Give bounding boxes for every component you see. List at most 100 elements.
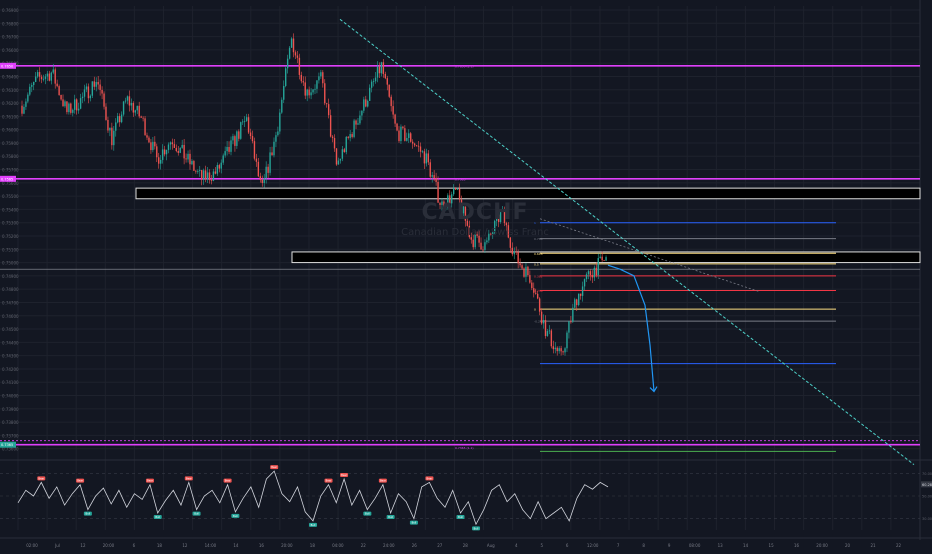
candle-body — [288, 47, 291, 59]
candle-body — [58, 86, 60, 95]
time-tick-label: 04:00 — [332, 543, 344, 548]
candle-body — [501, 209, 504, 211]
candle-body — [531, 282, 533, 289]
time-tick-label: 20:00 — [816, 543, 828, 548]
candle-body — [40, 76, 43, 80]
candle-body — [234, 136, 236, 146]
time-tick-label: 16 — [259, 543, 265, 548]
candle-body — [130, 103, 133, 106]
candle-body — [466, 220, 469, 226]
candle-body — [228, 146, 230, 152]
candle-body — [132, 103, 135, 113]
candle-body — [103, 93, 105, 107]
time-tick-label: 14 — [743, 543, 749, 548]
candle-body — [152, 141, 154, 151]
candle-body — [378, 66, 381, 74]
time-tick-label: 14:00 — [205, 543, 217, 548]
candle-body — [304, 82, 306, 96]
projection-path[interactable] — [607, 264, 655, 392]
candle-body — [505, 223, 508, 226]
candle-body — [511, 247, 513, 255]
price-tick-label: 0.74900 — [2, 274, 19, 279]
price-tick-label: 0.76700 — [2, 35, 19, 40]
candle-body — [202, 170, 205, 180]
candle-body — [421, 151, 424, 153]
candle-body — [156, 146, 158, 158]
candle-body — [261, 179, 263, 184]
candle-body — [388, 84, 390, 97]
candle-body — [515, 251, 517, 253]
rsi-line[interactable] — [17, 470, 609, 526]
candle-body — [374, 77, 377, 82]
candle-body — [310, 92, 312, 96]
price-chart[interactable]: 0.76900 0.76800 0.76700 0.76600 0.7650 0 0.764… — [0, 0, 932, 550]
mid-level-label: 0.7565 — [455, 177, 466, 181]
candle-body — [138, 105, 140, 117]
candle-body — [499, 210, 502, 223]
candle-body — [259, 176, 262, 180]
candle-body — [490, 233, 492, 235]
candle-body — [525, 266, 527, 277]
candle-body — [79, 98, 82, 109]
candle-body — [392, 106, 394, 115]
candle-body — [413, 143, 416, 146]
candle-body — [120, 114, 123, 123]
time-tick-label: 15 — [769, 543, 775, 548]
bear-marker-label: Bear — [427, 476, 434, 480]
candle-body — [566, 332, 568, 349]
descending-trendline[interactable] — [339, 18, 915, 466]
candle-body — [210, 180, 213, 181]
osc-value-label: 60.28 — [922, 483, 932, 487]
candle-body — [529, 275, 531, 283]
chart-area[interactable]: 0.76900 0.76800 0.76700 0.76600 0.7650 0 0.764… — [0, 0, 932, 550]
candle-body — [519, 263, 521, 266]
candle-body — [398, 130, 400, 142]
candle-body — [593, 267, 596, 278]
fib-level-label: 1 — [534, 221, 536, 225]
candle-body — [355, 120, 357, 125]
candle-body — [281, 99, 283, 113]
candle-body — [128, 96, 131, 106]
candle-body — [302, 81, 304, 83]
price-tick-label: 0.74600 — [2, 314, 19, 319]
time-tick-label: 21 — [870, 543, 876, 548]
candle-body — [329, 115, 332, 137]
candle-body — [513, 251, 515, 255]
candle-body — [540, 311, 543, 324]
time-tick-label: 20 — [845, 543, 851, 548]
price-tick-label: 0.73700 — [2, 433, 19, 438]
candle-body — [29, 86, 31, 95]
candle-body — [140, 116, 142, 118]
candle-body — [70, 103, 72, 113]
candle-body — [77, 108, 80, 111]
candle-body — [97, 81, 99, 85]
candle-body — [314, 88, 316, 90]
price-tick-label: 0.74100 — [2, 380, 19, 385]
candle-body — [468, 225, 471, 238]
price-tick-label: 0.74700 — [2, 300, 19, 305]
candle-body — [408, 133, 410, 138]
candle-body — [277, 131, 279, 136]
candle-body — [224, 151, 226, 156]
candle-body — [81, 96, 84, 99]
candle-body — [443, 201, 445, 210]
candle-body — [44, 76, 47, 79]
candle-body — [419, 146, 422, 152]
candle-body — [93, 81, 95, 87]
time-tick-label: 24:00 — [383, 543, 395, 548]
candle-body — [449, 195, 451, 204]
candle-body — [109, 127, 111, 131]
candle-body — [482, 249, 484, 251]
candle-body — [279, 112, 281, 132]
candle-body — [359, 115, 361, 124]
candle-body — [134, 110, 136, 113]
candle-body — [542, 319, 545, 324]
candle-body — [435, 177, 437, 182]
candle-body — [507, 225, 510, 238]
time-tick-label: 16 — [794, 543, 800, 548]
candle-body — [113, 130, 115, 146]
candle-body — [269, 152, 271, 173]
candle-body — [290, 38, 293, 48]
time-tick-label: 9 — [668, 543, 671, 548]
supply-zone-rect[interactable] — [135, 187, 921, 200]
